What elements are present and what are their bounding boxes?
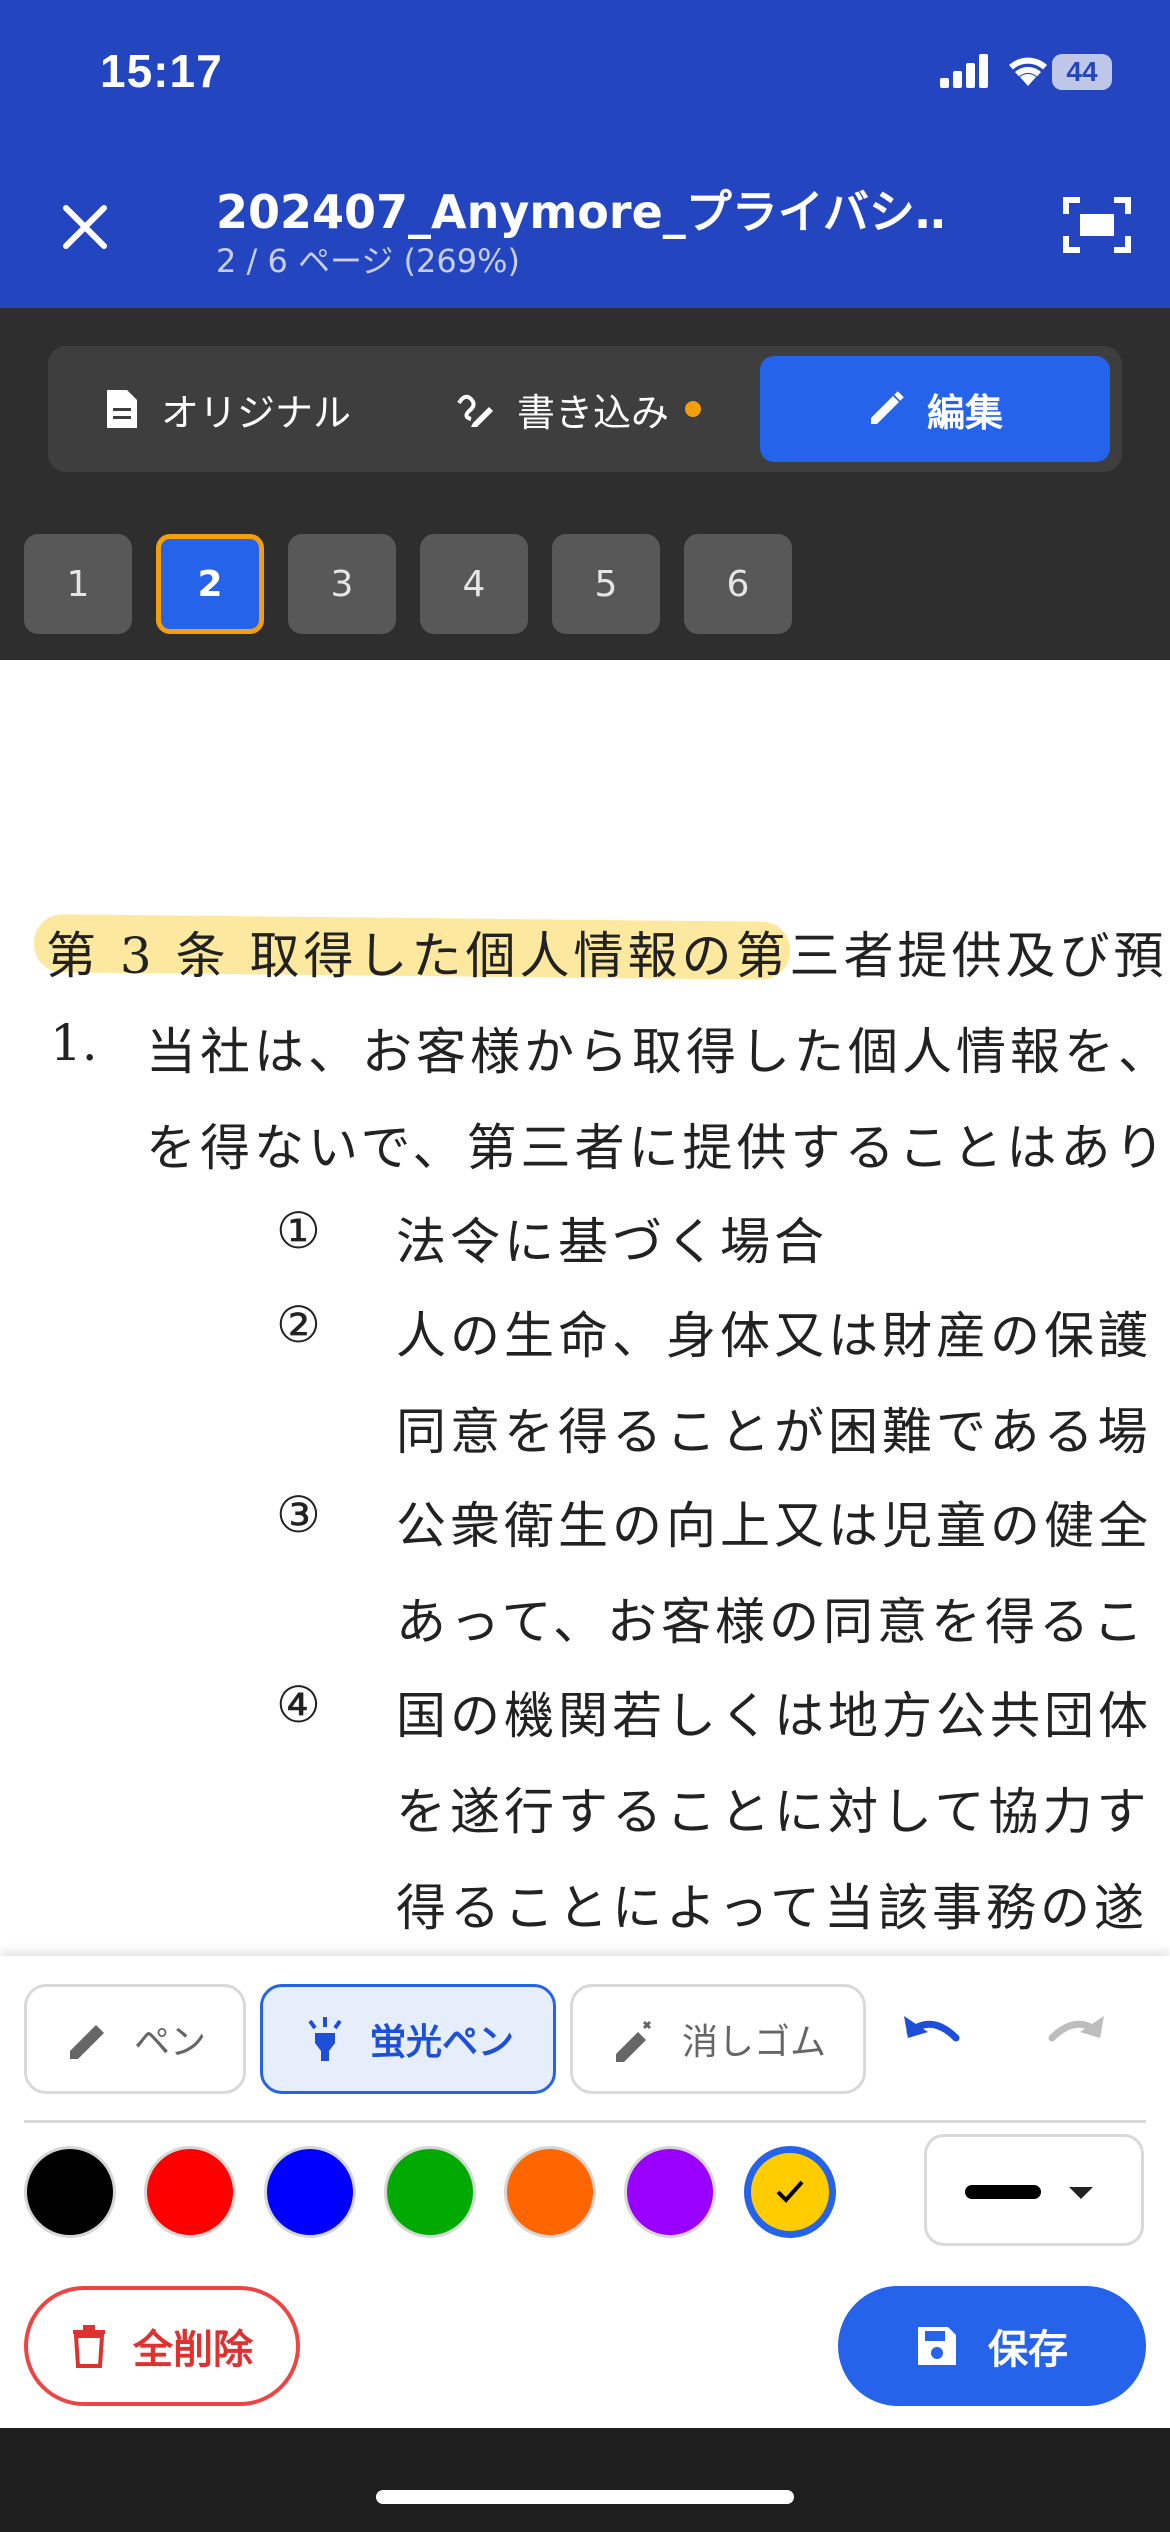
tab-edit[interactable]: 編集 xyxy=(760,356,1110,462)
sub-item-line: 法令に基づく場合 xyxy=(396,1213,828,1271)
item-number: 1. xyxy=(50,1014,98,1072)
tab-annotate-label: 書き込み xyxy=(516,390,669,435)
pen-tool-button[interactable]: ペン xyxy=(24,1984,246,2094)
unsaved-indicator-dot xyxy=(685,401,701,417)
chevron-down-icon xyxy=(1069,2187,1093,2199)
highlighter-icon xyxy=(308,2017,342,2061)
eraser-tool-label: 消しゴム xyxy=(681,2022,826,2063)
page-button-6[interactable]: 6 xyxy=(684,534,792,634)
pen-tool-label: ペン xyxy=(133,2022,206,2063)
page-button-4[interactable]: 4 xyxy=(420,534,528,634)
undo-icon[interactable] xyxy=(900,2008,964,2064)
close-icon[interactable] xyxy=(50,192,120,262)
document-title: 202407_Anymore_プライバシ… xyxy=(216,185,946,239)
fit-screen-icon[interactable] xyxy=(1060,192,1134,258)
color-swatch-purple[interactable] xyxy=(624,2146,716,2238)
pen-icon xyxy=(69,2025,104,2059)
tab-annotate[interactable]: 書き込み xyxy=(408,356,748,462)
color-swatch-orange[interactable] xyxy=(504,2146,596,2238)
stroke-width-dropdown[interactable] xyxy=(924,2134,1144,2246)
redo-icon[interactable] xyxy=(1044,2008,1108,2064)
save-icon xyxy=(918,2327,956,2365)
page-button-5[interactable]: 5 xyxy=(552,534,660,634)
color-swatch-blue[interactable] xyxy=(264,2146,356,2238)
status-time: 15:17 xyxy=(100,45,223,97)
eraser-tool-button[interactable]: 消しゴム xyxy=(570,1984,866,2094)
tools-divider xyxy=(24,2120,1146,2123)
color-swatch-black[interactable] xyxy=(24,2146,116,2238)
tab-edit-label: 編集 xyxy=(926,390,1003,435)
home-indicator[interactable] xyxy=(376,2490,794,2504)
page-indicator: 2 / 6 ページ (269%) xyxy=(216,242,521,280)
tab-original-label: オリジナル xyxy=(160,390,351,435)
save-button[interactable]: 保存 xyxy=(838,2286,1146,2406)
app-header: 15:17 44 202407_Anymore_プライバシ… 2 / 6 ページ… xyxy=(0,0,1170,308)
home-area xyxy=(0,2428,1170,2532)
sub-item-line: 人の生命、身体又は財産の保護 xyxy=(396,1307,1152,1365)
mode-segmented-control: オリジナル 書き込み 編集 xyxy=(48,346,1122,472)
check-icon xyxy=(776,2180,804,2203)
clear-all-label: 全削除 xyxy=(133,2327,253,2373)
article-heading: 第 3 条 取得した個人情報の第三者提供及び預 xyxy=(46,927,1168,985)
color-swatch-green[interactable] xyxy=(384,2146,476,2238)
cellular-signal-icon xyxy=(940,54,988,88)
tab-original[interactable]: オリジナル xyxy=(58,356,398,462)
sub-item-line: 公衆衛生の向上又は児童の健全 xyxy=(396,1497,1152,1555)
highlighter-tool-label: 蛍光ペン xyxy=(369,2022,514,2063)
annotation-tools-panel: ペン 蛍光ペン 消しゴム 全削除 保存 xyxy=(0,1956,1170,2428)
color-swatch-yellow[interactable] xyxy=(744,2146,836,2238)
color-swatch-red[interactable] xyxy=(144,2146,236,2238)
draw-icon xyxy=(457,394,493,427)
page-button-1[interactable]: 1 xyxy=(24,534,132,634)
sub-item-number: ② xyxy=(276,1296,321,1354)
trash-icon xyxy=(73,2325,105,2368)
pencil-icon xyxy=(870,391,904,424)
stroke-width-preview xyxy=(965,2185,1041,2199)
sub-item-line: を遂行することに対して協力す xyxy=(396,1783,1151,1841)
page-button-2[interactable]: 2 xyxy=(156,534,264,634)
document-icon xyxy=(106,390,137,428)
save-label: 保存 xyxy=(988,2327,1068,2373)
battery-indicator: 44 xyxy=(1052,54,1112,90)
wifi-icon xyxy=(1009,57,1047,86)
page-button-3[interactable]: 3 xyxy=(288,534,396,634)
sub-item-line: あって、お客様の同意を得るこ xyxy=(396,1593,1147,1651)
sub-item-line: 得ることによって当該事務の遂 xyxy=(396,1879,1148,1937)
item-text-line: を得ないで、第三者に提供することはあり xyxy=(146,1119,1169,1177)
document-canvas[interactable]: 第 3 条 取得した個人情報の第三者提供及び預 1. 当社は、お客様から取得した… xyxy=(0,660,1170,1956)
clear-all-button[interactable]: 全削除 xyxy=(24,2286,300,2406)
sub-item-number: ③ xyxy=(276,1486,321,1544)
sub-item-line: 国の機関若しくは地方公共団体 xyxy=(396,1687,1152,1745)
eraser-icon xyxy=(615,2020,652,2062)
item-text-line: 当社は、お客様から取得した個人情報を、 xyxy=(146,1023,1170,1081)
sub-item-number: ① xyxy=(276,1202,321,1260)
sub-item-number: ④ xyxy=(276,1676,321,1734)
sub-item-line: 同意を得ることが困難である場 xyxy=(396,1403,1152,1461)
highlighter-tool-button[interactable]: 蛍光ペン xyxy=(260,1984,556,2094)
